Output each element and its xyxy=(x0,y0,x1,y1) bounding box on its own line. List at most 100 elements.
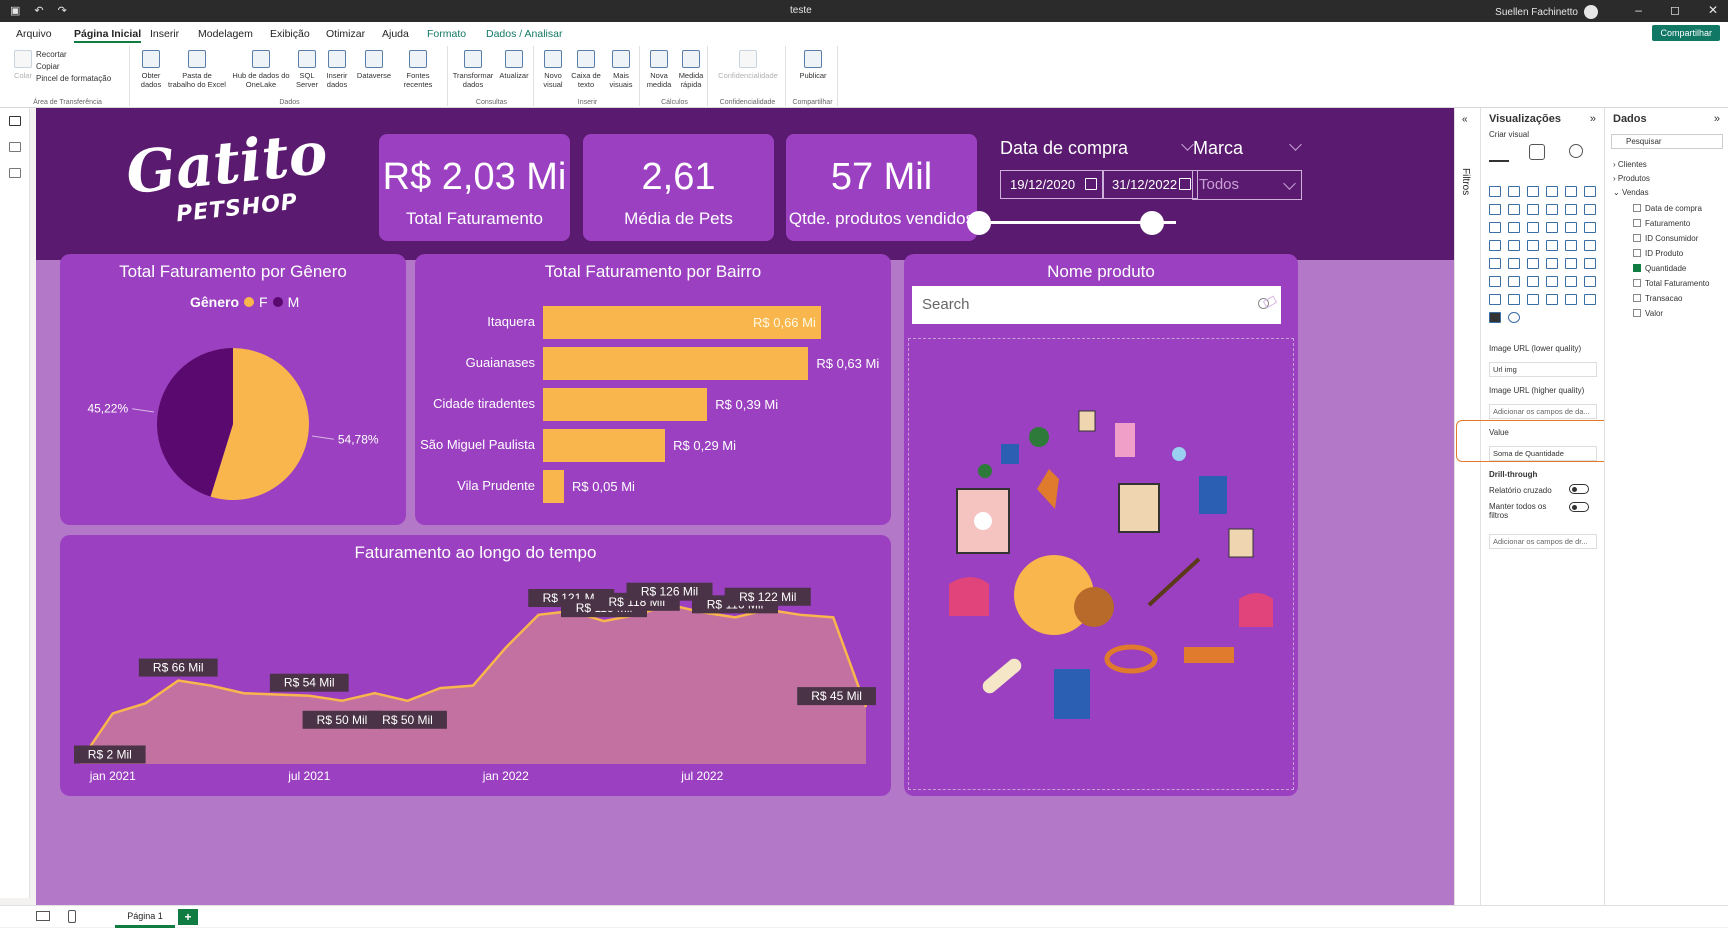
visual-type-icon[interactable] xyxy=(1565,222,1577,233)
tab-otimizar[interactable]: Otimizar xyxy=(326,28,365,40)
tab-pagina-inicial[interactable]: Página Inicial xyxy=(74,28,142,43)
format-visual-icon[interactable] xyxy=(1529,144,1545,160)
tab-modelagem[interactable]: Modelagem xyxy=(198,28,253,40)
visual-type-icon[interactable] xyxy=(1565,240,1577,251)
visual-type-icon[interactable] xyxy=(1508,186,1520,197)
visual-type-icon[interactable] xyxy=(1508,258,1520,269)
visual-type-icon[interactable] xyxy=(1546,294,1558,305)
user-account[interactable]: Suellen Fachinetto xyxy=(1495,5,1598,19)
visual-type-icon[interactable] xyxy=(1546,258,1558,269)
visual-type-icon[interactable] xyxy=(1565,276,1577,287)
kpi-card-faturamento[interactable]: R$ 2,03 Mi Total Faturamento xyxy=(379,134,570,241)
data-search-input[interactable]: Pesquisar xyxy=(1611,134,1723,149)
search-icon[interactable] xyxy=(1508,312,1520,323)
chevron-down-icon[interactable] xyxy=(1289,138,1302,151)
visual-type-icon[interactable] xyxy=(1527,222,1539,233)
bar-chart-card[interactable]: Total Faturamento por Bairro Itaquera R$ … xyxy=(415,254,891,525)
model-view-icon[interactable] xyxy=(9,168,21,178)
novo-visual-button[interactable]: Novo visual xyxy=(538,50,568,89)
bar[interactable] xyxy=(543,347,809,380)
visual-type-icon[interactable] xyxy=(1489,258,1501,269)
tab-arquivo[interactable]: Arquivo xyxy=(16,28,52,40)
transformar-button[interactable]: Transformar dados xyxy=(452,50,494,89)
visual-type-icon[interactable] xyxy=(1489,294,1501,305)
fontes-recentes-button[interactable]: Fontes recentes xyxy=(398,50,438,89)
format-painter-button[interactable]: Pincel de formatação xyxy=(36,74,111,83)
analytics-icon[interactable] xyxy=(1569,144,1583,158)
desktop-view-icon[interactable] xyxy=(36,911,50,921)
kpi-card-qtde[interactable]: 57 Mil Qtde. produtos vendidos xyxy=(786,134,977,241)
collapse-icon[interactable]: « xyxy=(1462,114,1468,125)
calendar-icon[interactable] xyxy=(1085,178,1097,190)
search-input[interactable]: Search xyxy=(912,286,1281,324)
visual-type-icon[interactable] xyxy=(1527,294,1539,305)
drill-through-well[interactable]: Adicionar os campos de dr... xyxy=(1489,534,1597,549)
visual-type-icon[interactable] xyxy=(1489,186,1501,197)
visual-type-icon[interactable] xyxy=(1584,222,1596,233)
medida-rapida-button[interactable]: Medida rápida xyxy=(676,50,706,89)
selected-visual-icon[interactable] xyxy=(1489,312,1501,323)
paste-button[interactable]: Colar xyxy=(6,50,40,80)
publicar-button[interactable]: Publicar xyxy=(796,50,830,80)
add-page-button[interactable]: + xyxy=(178,909,198,925)
field-faturamento[interactable]: Faturamento xyxy=(1633,219,1690,228)
table-vendas[interactable]: ⌄ Vendas xyxy=(1613,188,1649,197)
cross-report-toggle[interactable] xyxy=(1569,484,1589,494)
visual-type-icon[interactable] xyxy=(1508,222,1520,233)
onelake-button[interactable]: Hub de dados do OneLake xyxy=(230,50,292,89)
bar[interactable] xyxy=(543,470,565,503)
tab-exibicao[interactable]: Exibição xyxy=(270,28,310,40)
caixa-texto-button[interactable]: Caixa de texto xyxy=(570,50,602,89)
obter-dados-button[interactable]: Obter dados xyxy=(134,50,168,89)
field-id-produto[interactable]: ID Produto xyxy=(1633,249,1683,258)
field-valor[interactable]: Valor xyxy=(1633,309,1663,318)
visual-type-icon[interactable] xyxy=(1584,258,1596,269)
tab-inserir[interactable]: Inserir xyxy=(150,28,179,40)
start-date-input[interactable]: 19/12/2020 xyxy=(1000,170,1104,199)
field-id-consumidor[interactable]: ID Consumidor xyxy=(1633,234,1698,243)
visual-type-icon[interactable] xyxy=(1546,240,1558,251)
field-total-faturamento[interactable]: Total Faturamento xyxy=(1633,279,1709,288)
save-icon[interactable]: ▣ xyxy=(10,4,20,17)
copy-button[interactable]: Copiar xyxy=(36,62,60,71)
visual-type-icon[interactable] xyxy=(1489,204,1501,215)
tab-dados-analisar[interactable]: Dados / Analisar xyxy=(486,28,562,40)
close-button[interactable]: ✕ xyxy=(1708,3,1718,17)
chevron-down-icon[interactable] xyxy=(1181,138,1194,151)
field-transacao[interactable]: Transacao xyxy=(1633,294,1683,303)
visual-type-icon[interactable] xyxy=(1584,240,1596,251)
table-clientes[interactable]: › Clientes xyxy=(1613,160,1647,169)
excel-button[interactable]: Pasta de trabalho do Excel xyxy=(168,50,226,89)
expand-icon[interactable]: » xyxy=(1714,113,1720,125)
visual-type-icon[interactable] xyxy=(1565,294,1577,305)
visual-type-icon[interactable] xyxy=(1584,294,1596,305)
redo-icon[interactable]: ↷ xyxy=(58,4,67,17)
image-url-low-well[interactable]: Url img xyxy=(1489,362,1597,377)
tab-formato[interactable]: Formato xyxy=(427,28,466,40)
visual-type-icon[interactable] xyxy=(1508,204,1520,215)
visual-type-icon[interactable] xyxy=(1527,258,1539,269)
cut-button[interactable]: Recortar xyxy=(36,50,67,59)
visual-type-icon[interactable] xyxy=(1527,276,1539,287)
mobile-view-icon[interactable] xyxy=(68,910,76,923)
expand-icon[interactable]: » xyxy=(1590,113,1596,125)
slider-start-handle[interactable] xyxy=(967,211,991,235)
build-visual-icon[interactable] xyxy=(1489,144,1509,162)
visual-type-icon[interactable] xyxy=(1489,276,1501,287)
visual-type-icon[interactable] xyxy=(1546,222,1558,233)
nova-medida-button[interactable]: Nova medida xyxy=(644,50,674,89)
filters-pane[interactable]: « Filtros xyxy=(1454,108,1480,905)
dataverse-button[interactable]: Dataverse xyxy=(354,50,394,80)
visual-type-icon[interactable] xyxy=(1584,204,1596,215)
undo-icon[interactable]: ↶ xyxy=(34,4,43,17)
table-view-icon[interactable] xyxy=(9,142,21,152)
filters-label[interactable]: Filtros xyxy=(1460,168,1471,195)
tab-ajuda[interactable]: Ajuda xyxy=(382,28,409,40)
calendar-icon[interactable] xyxy=(1179,178,1191,190)
visual-type-icon[interactable] xyxy=(1489,240,1501,251)
visual-type-icon[interactable] xyxy=(1584,186,1596,197)
image-visual[interactable] xyxy=(908,338,1294,790)
visual-type-icon[interactable] xyxy=(1565,204,1577,215)
visual-type-icon[interactable] xyxy=(1546,276,1558,287)
marca-dropdown[interactable]: Todos xyxy=(1192,170,1302,200)
